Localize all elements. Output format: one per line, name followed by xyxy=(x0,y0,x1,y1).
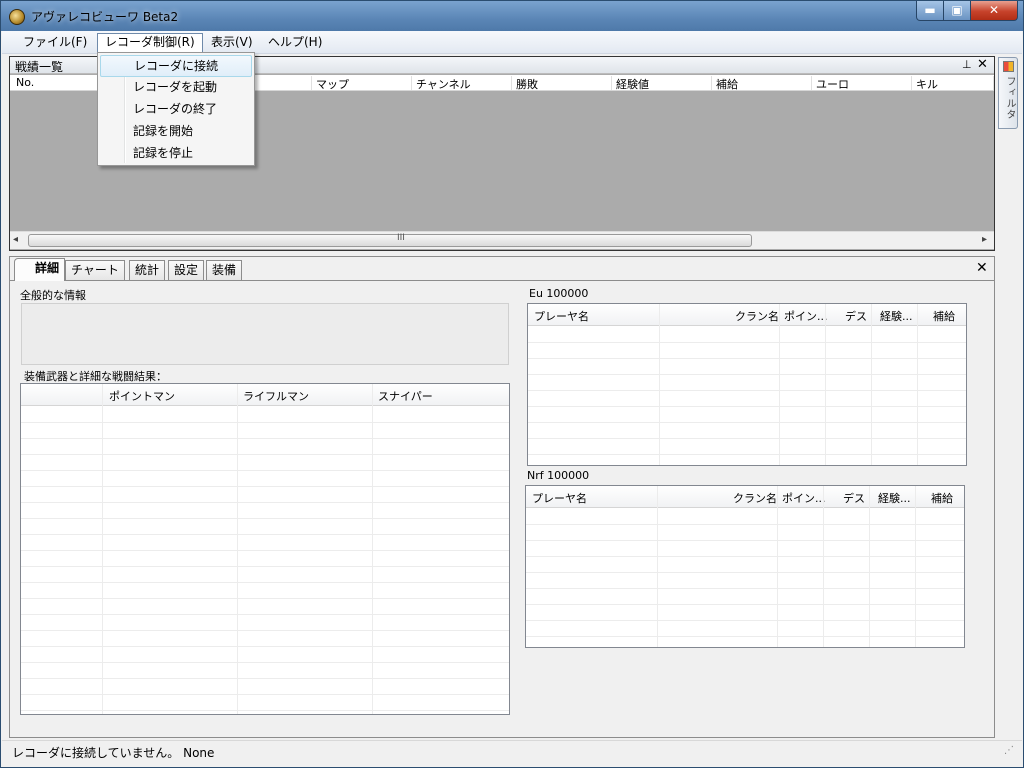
general-info-label: 全般的な情報 xyxy=(20,289,86,302)
nrf-col-supply[interactable]: 補給 xyxy=(931,490,953,506)
weapons-col-sniper[interactable]: スナイパー xyxy=(378,388,433,404)
grid-line xyxy=(777,486,778,647)
grid-line xyxy=(372,384,373,714)
grid-line xyxy=(915,486,916,647)
status-text: レコーダに接続していません。 None xyxy=(12,746,215,760)
horizontal-scrollbar[interactable]: ◂ III ▸ xyxy=(10,231,994,249)
menu-start-recorder[interactable]: レコーダを起動 xyxy=(100,77,252,99)
menu-exit-recorder[interactable]: レコーダの終了 xyxy=(100,99,252,121)
filter-tab-label: フィルタ xyxy=(1004,76,1015,120)
weapons-col-pointman[interactable]: ポイントマン xyxy=(109,388,175,404)
scroll-thumb[interactable]: III xyxy=(28,233,752,247)
recorder-control-dropdown: レコーダに接続 レコーダを起動 レコーダの終了 記録を開始 記録を停止 xyxy=(97,52,255,166)
grid-line xyxy=(237,384,238,714)
nrf-col-exp[interactable]: 経験... xyxy=(878,490,911,506)
weapons-grid[interactable]: ポイントマン ライフルマン スナイパー xyxy=(20,383,510,715)
filter-side-tab[interactable]: フィルタ xyxy=(998,57,1018,129)
column-result[interactable]: 勝敗 xyxy=(512,76,612,91)
eu-grid-rows xyxy=(528,327,966,465)
menu-connect-recorder[interactable]: レコーダに接続 xyxy=(100,55,252,77)
nrf-team-label: Nrf 100000 xyxy=(527,469,590,482)
eu-col-deaths[interactable]: デス xyxy=(845,308,867,324)
panel-close-icon[interactable]: ✕ xyxy=(977,57,988,72)
status-bar: レコーダに接続していません。 None ⋰ xyxy=(2,740,1022,762)
tab-divider xyxy=(10,280,994,281)
column-map[interactable]: マップ xyxy=(312,76,412,91)
grid-line xyxy=(917,304,918,465)
column-exp[interactable]: 経験値 xyxy=(612,76,712,91)
eu-col-supply[interactable]: 補給 xyxy=(933,308,955,324)
grid-line xyxy=(825,304,826,465)
resize-grip-icon[interactable]: ⋰ xyxy=(1004,745,1014,756)
app-icon xyxy=(9,9,25,25)
grid-line xyxy=(102,384,103,714)
grid-line xyxy=(871,304,872,465)
nrf-col-points[interactable]: ポイン... xyxy=(782,490,826,506)
menu-bar: ファイル(F) レコーダ制御(R) 表示(V) ヘルプ(H) xyxy=(2,31,1022,54)
tab-close-icon[interactable]: ✕ xyxy=(976,260,988,276)
general-info-box xyxy=(21,303,509,365)
title-bar[interactable]: アヴァレコビューワ Beta2 ▬ ▣ ✕ xyxy=(1,1,1023,31)
grid-line xyxy=(779,304,780,465)
tab-chart[interactable]: チャート xyxy=(65,260,125,280)
tab-settings[interactable]: 設定 xyxy=(168,260,205,280)
window-title: アヴァレコビューワ Beta2 xyxy=(31,10,179,24)
eu-grid-header: プレーヤ名 クラン名 ポイン... デス 経験... 補給 xyxy=(528,304,966,326)
eu-col-player[interactable]: プレーヤ名 xyxy=(534,308,589,324)
tab-equipment[interactable]: 装備 xyxy=(206,260,243,280)
nrf-player-grid[interactable]: プレーヤ名 クラン名 ポイン... デス 経験... 補給 xyxy=(525,485,965,648)
nrf-col-deaths[interactable]: デス xyxy=(843,490,865,506)
weapons-col-rifleman[interactable]: ライフルマン xyxy=(243,388,309,404)
nrf-grid-rows xyxy=(526,509,964,647)
grid-line xyxy=(823,486,824,647)
menu-help[interactable]: ヘルプ(H) xyxy=(261,33,329,52)
close-button[interactable]: ✕ xyxy=(970,1,1018,21)
eu-col-exp[interactable]: 経験... xyxy=(880,308,913,324)
scroll-left-icon[interactable]: ◂ xyxy=(13,234,18,245)
menu-stop-recording[interactable]: 記録を停止 xyxy=(100,143,252,165)
eu-col-clan[interactable]: クラン名 xyxy=(735,308,779,324)
maximize-button[interactable]: ▣ xyxy=(943,1,971,21)
grid-line xyxy=(659,304,660,465)
menu-recorder-control[interactable]: レコーダ制御(R) xyxy=(97,33,203,52)
weapons-label: 装備武器と詳細な戦闘結果： xyxy=(24,370,167,383)
eu-player-grid[interactable]: プレーヤ名 クラン名 ポイン... デス 経験... 補給 xyxy=(527,303,967,466)
filter-icon xyxy=(1003,61,1014,72)
pin-icon[interactable]: ⊥ xyxy=(962,58,972,71)
tab-stats[interactable]: 統計 xyxy=(129,260,166,280)
nrf-grid-header: プレーヤ名 クラン名 ポイン... デス 経験... 補給 xyxy=(526,486,964,508)
menu-view[interactable]: 表示(V) xyxy=(204,33,260,52)
minimize-button[interactable]: ▬ xyxy=(916,1,944,21)
detail-panel: 詳細 チャート 統計 設定 装備 ✕ 全般的な情報 装備武器と詳細な戦闘結果： … xyxy=(9,256,995,738)
menu-file[interactable]: ファイル(F) xyxy=(16,33,94,52)
grid-line xyxy=(657,486,658,647)
weapons-grid-rows xyxy=(21,407,509,714)
column-kill[interactable]: キル xyxy=(912,76,994,91)
menu-start-recording[interactable]: 記録を開始 xyxy=(100,121,252,143)
scroll-right-icon[interactable]: ▸ xyxy=(982,234,987,245)
battle-list-title: 戦績一覧 xyxy=(15,60,64,74)
eu-team-label: Eu 100000 xyxy=(529,287,589,300)
column-euro[interactable]: ユーロ xyxy=(812,76,912,91)
column-channel[interactable]: チャンネル xyxy=(412,76,512,91)
scroll-grip: III xyxy=(397,233,405,243)
grid-line xyxy=(869,486,870,647)
eu-col-points[interactable]: ポイン... xyxy=(784,308,828,324)
main-window: アヴァレコビューワ Beta2 ▬ ▣ ✕ ファイル(F) レコーダ制御(R) … xyxy=(0,0,1024,768)
tab-details[interactable]: 詳細 xyxy=(14,258,66,281)
nrf-col-player[interactable]: プレーヤ名 xyxy=(532,490,587,506)
column-supply[interactable]: 補給 xyxy=(712,76,812,91)
weapons-grid-header: ポイントマン ライフルマン スナイパー xyxy=(21,384,509,406)
nrf-col-clan[interactable]: クラン名 xyxy=(733,490,777,506)
